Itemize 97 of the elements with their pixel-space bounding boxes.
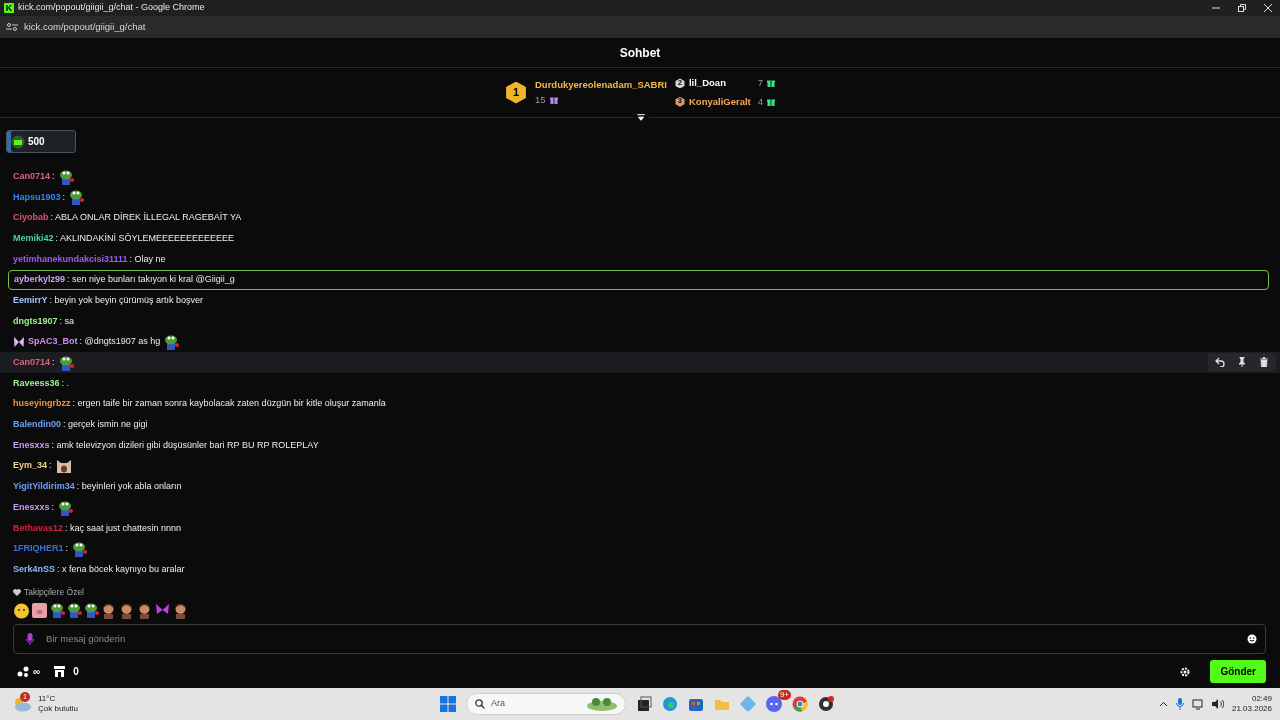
store-app-icon[interactable]	[688, 696, 704, 712]
heart-icon	[13, 588, 21, 596]
trash-icon	[1259, 357, 1269, 368]
address-url[interactable]: kick.com/popout/giigii_g/chat	[24, 19, 146, 35]
start-icon[interactable]	[440, 696, 456, 712]
username[interactable]: Ciyobab	[13, 211, 49, 225]
frog-emote[interactable]	[49, 601, 65, 618]
username[interactable]: 1FRIQHER1	[13, 542, 64, 556]
username[interactable]: Memiki42	[13, 231, 54, 246]
username[interactable]: Raveess36	[13, 376, 60, 391]
message-text: : Olay ne	[129, 252, 166, 266]
task-view-icon[interactable]	[636, 696, 652, 712]
rank-hexagon-badge: 1	[505, 81, 527, 104]
pin-icon	[1237, 357, 1247, 368]
message-text: :	[52, 356, 55, 370]
clock-date: 21.03.2026	[1231, 704, 1272, 714]
username[interactable]: SpAC3_Bot	[28, 335, 78, 349]
discord-icon[interactable]	[766, 696, 782, 712]
shop-count: 0	[73, 664, 79, 679]
message-text: : x fena böcek kaynıyo bu aralar	[57, 562, 185, 576]
gift-count: 4	[757, 94, 763, 109]
message-text: : kaç saat just chattesin nnnn	[65, 521, 182, 535]
message-text: : beyinleri yok abla onların	[76, 480, 182, 494]
network-icon[interactable]	[1191, 698, 1204, 710]
message-text: : AKLINDAKİNİ SÖYLEMEEEEEEEEEEEEE	[55, 231, 235, 245]
settings-icon[interactable]	[1180, 666, 1191, 677]
gifter-name: lil_Doan	[689, 76, 726, 91]
gift-count: 15	[535, 92, 546, 107]
message-text: :	[51, 500, 55, 514]
restore-icon[interactable]	[1238, 4, 1246, 12]
site-settings-icon[interactable]	[6, 22, 18, 32]
chat-title: Sohbet	[0, 38, 1280, 68]
message-composer[interactable]: Bir mesaj gönderin	[13, 624, 1266, 654]
username[interactable]: ayberkylz99	[14, 273, 66, 287]
username[interactable]: Enesxxs	[13, 500, 50, 515]
window-title: kick.com/popout/giigii_g/chat - Google Chrome	[18, 1, 205, 15]
chevron-up-icon[interactable]	[1158, 701, 1168, 707]
message-text: : amk televizyon dizileri gibi düşüsünler bari RP BU RP ROLEPLAY	[51, 438, 319, 452]
message-text: :	[49, 459, 52, 473]
username[interactable]: Hapsu1903	[13, 190, 61, 205]
frog-emote[interactable]	[83, 601, 99, 618]
message-text: :	[65, 542, 69, 556]
temperature: 11°C	[38, 694, 57, 704]
message-text: : gerçek ismin ne gigi	[63, 418, 148, 432]
coin-icon	[11, 134, 25, 149]
message-text: : @dngts1907 as hg	[79, 335, 161, 349]
username[interactable]: huseyingrbzz	[13, 397, 71, 411]
username[interactable]: Bethavas12	[13, 521, 64, 536]
landscape-picture	[587, 697, 617, 711]
username[interactable]: Serk4nSS	[13, 562, 56, 577]
clock-time: 02:49	[1251, 694, 1272, 704]
site-logo: K	[4, 3, 14, 13]
points-value: 500	[28, 135, 45, 149]
message-text: : sen niye bunları takıyon ki kral @Giigii_g	[67, 273, 235, 287]
speaker-icon[interactable]	[1211, 699, 1224, 709]
username[interactable]: dngts1907	[13, 314, 58, 329]
send-button[interactable]: Gönder	[1210, 659, 1266, 683]
username[interactable]: Eym_34	[13, 459, 48, 473]
message-text: :	[52, 169, 55, 183]
username[interactable]: Can0714	[13, 169, 51, 184]
username[interactable]: Balendin00	[13, 418, 61, 432]
gifter-name: KonyaliGeralt	[689, 94, 751, 109]
message-text: :	[62, 190, 66, 204]
message-text: : ABLA ONLAR DİREK İLLEGAL RAGEBAİT YA	[50, 211, 242, 225]
message-text: : sa	[59, 314, 75, 328]
username[interactable]: Enesxxs	[13, 438, 50, 453]
store-icon[interactable]	[54, 665, 66, 677]
emoji-icon[interactable]	[1247, 634, 1257, 644]
minimize-icon[interactable]	[1212, 4, 1220, 12]
obs-icon[interactable]	[818, 696, 834, 712]
notification-badge: 9+	[777, 690, 791, 700]
close-icon[interactable]	[1264, 4, 1272, 12]
search-placeholder: Ara	[491, 697, 505, 711]
username[interactable]: yetimhanekundakcisi31111	[13, 252, 128, 267]
dots-icon	[17, 665, 29, 677]
message-text: : .	[61, 376, 70, 390]
streak-value: ∞	[33, 664, 41, 679]
message-text: : ergen taife bir zaman sonra kaybolacak zaten düzgün bir kitle oluşur zamanla	[72, 397, 386, 411]
username[interactable]: YigitYildirim34	[13, 480, 75, 494]
weather-text: Çok bulutlu	[38, 704, 79, 714]
gifter-name: Durdukyereolenadam_SABRI	[535, 78, 667, 93]
message-text: : beyin yok beyin çürümüş artık boşver	[49, 293, 204, 307]
username[interactable]: Can0714	[13, 356, 51, 370]
frog-emote[interactable]	[66, 601, 82, 618]
blob-emote[interactable]	[13, 601, 30, 619]
username[interactable]: EemirrY	[13, 293, 48, 308]
microphone-icon[interactable]	[26, 633, 34, 645]
message-input-field[interactable]: Bir mesaj gönderin	[44, 630, 1237, 648]
microphone-tray-icon[interactable]	[1175, 698, 1184, 710]
reply-icon	[1215, 357, 1225, 368]
gift-count: 7	[757, 76, 763, 91]
search-icon	[475, 699, 485, 709]
pig-emote[interactable]	[31, 601, 48, 619]
chrome-icon[interactable]	[792, 696, 808, 712]
section-label: Takipçilere Özel	[24, 586, 84, 599]
points-badge[interactable]: 500	[6, 130, 76, 153]
taskbar-search-field[interactable]: Ara	[466, 693, 626, 715]
